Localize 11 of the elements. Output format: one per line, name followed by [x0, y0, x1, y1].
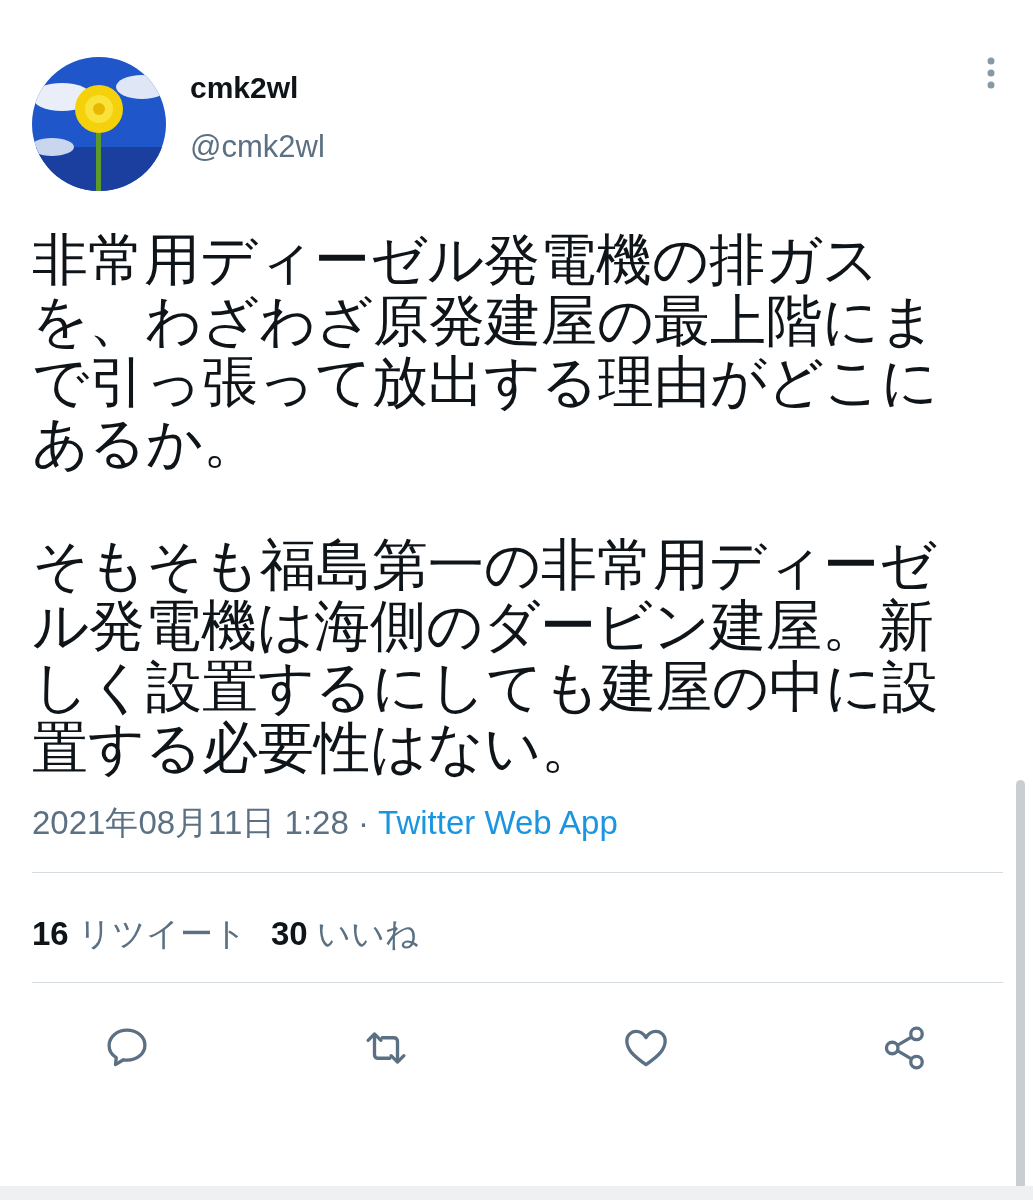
- user-name: cmk2wl: [190, 70, 300, 106]
- user-handle: @cmk2wl: [190, 128, 325, 166]
- tweet-timestamp: 2021年08月11日 1:28 ·: [32, 804, 369, 841]
- stat-count: 30: [270, 914, 308, 952]
- stat-count: 16: [32, 914, 69, 952]
- tweet-paragraph: 非常用ディーゼル発電機の排ガスを、わざわざ原発建屋の最上階にまで引っ張って放出する理由がどこにあるか。: [32, 229, 939, 473]
- more-icon[interactable]: [987, 57, 995, 89]
- tweet-paragraph: そもそも福島第一の非常用ディーゼル発電機は海側のダービン建屋。新しく設置するにしても建屋の中に設置する必要性はない。: [32, 534, 939, 778]
- stat-label: リツイート: [77, 914, 247, 952]
- source-link[interactable]: Twitter Web App: [378, 804, 618, 841]
- stat-label: いいね: [316, 914, 419, 952]
